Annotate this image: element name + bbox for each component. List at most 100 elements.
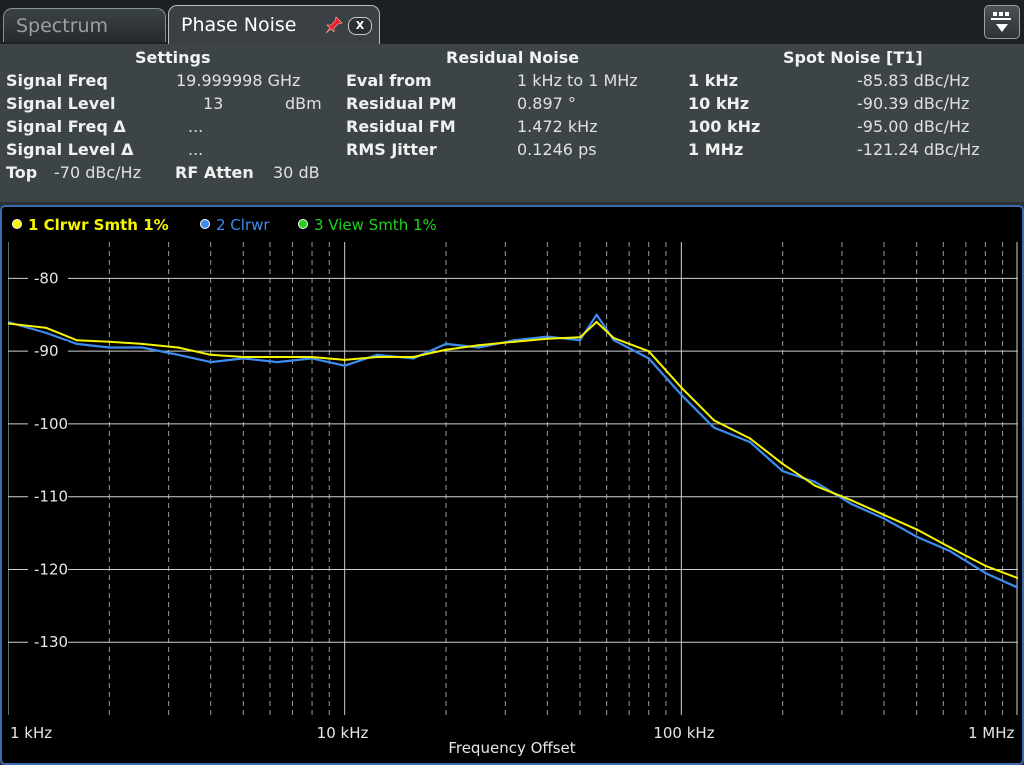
top-value: -70 dBc/Hz <box>54 163 141 182</box>
y-tick-label: -90 <box>34 342 59 360</box>
trace-2-point <box>595 313 598 316</box>
spot-value-100khz: -95.00 dBc/Hz <box>857 117 970 136</box>
y-tick-label: -100 <box>34 415 68 433</box>
trace-1-point <box>595 320 598 324</box>
signal-level-delta-value: ... <box>188 140 204 159</box>
trace-3-legend[interactable]: 3 View Smth 1% <box>298 216 437 234</box>
menu-button[interactable] <box>984 5 1020 39</box>
trace-1-point <box>477 344 480 347</box>
trace-1-point <box>513 340 516 343</box>
trace-2-legend[interactable]: 2 Clrwr <box>200 216 270 234</box>
trace-1-point <box>343 358 346 362</box>
spot-offset-1mhz: 1 MHz <box>688 140 744 159</box>
phase-noise-diagram[interactable]: 1 Clrwr Smth 1% 2 Clrwr 3 View Smth 1% -… <box>0 205 1024 765</box>
trace-1-point <box>176 346 180 349</box>
trace-1-line <box>8 321 1018 580</box>
tab-bar: Spectrum Phase Noise X <box>0 0 1024 44</box>
trace-3-label: 3 View Smth 1% <box>314 216 437 234</box>
trace-2-point <box>209 360 212 364</box>
spot-value-1khz: -85.83 dBc/Hz <box>857 71 970 90</box>
signal-level-unit: dBm <box>285 94 322 113</box>
signal-level-label: Signal Level <box>6 94 116 113</box>
signal-freq-delta-value: ... <box>188 117 204 136</box>
trace-1-point <box>140 342 144 346</box>
trace-2-point <box>275 360 279 364</box>
residual-noise-header: Residual Noise <box>446 48 580 67</box>
trace-2-dot-icon <box>200 219 210 229</box>
trace-1-point <box>915 528 918 531</box>
trace-1-dot-icon <box>12 219 22 229</box>
y-tick-label: -120 <box>34 560 68 578</box>
trace-2-point <box>712 426 716 429</box>
trace-1-point <box>949 546 952 549</box>
trace-1-point <box>209 353 212 356</box>
trace-2-point <box>546 335 549 338</box>
trace-1-point <box>376 355 379 359</box>
tab-spectrum-label: Spectrum <box>16 15 109 37</box>
trace-1-point <box>712 419 716 422</box>
trace-1-point <box>578 336 582 339</box>
top-label: Top <box>6 163 38 182</box>
trace-1-point <box>814 484 817 487</box>
signal-freq-label: Signal Freq <box>6 71 108 90</box>
signal-level-value: 13 <box>203 94 224 113</box>
residual-fm-value: 1.472 kHz <box>517 117 598 136</box>
y-tick-label: -110 <box>34 488 68 506</box>
trace-2-point <box>647 357 650 360</box>
residual-fm-label: Residual FM <box>346 117 456 136</box>
trace-1-point <box>444 348 448 351</box>
trace-1-label: 1 Clrwr Smth 1% <box>28 216 169 234</box>
trace-1-point <box>612 336 615 340</box>
trace-3-dot-icon <box>298 219 308 229</box>
close-icon[interactable]: X <box>348 17 372 35</box>
menu-icon <box>991 12 1011 32</box>
trace-2-point <box>444 342 448 346</box>
trace-2-point <box>882 517 886 520</box>
trace-1-legend[interactable]: 1 Clrwr Smth 1% <box>12 216 169 234</box>
trace-1-point <box>108 340 111 343</box>
rms-jitter-value: 0.1246 ps <box>517 140 597 159</box>
trace-2-point <box>781 470 784 473</box>
trace-2-point <box>343 364 346 367</box>
trace-1-point <box>546 337 549 340</box>
y-tick-label: -130 <box>34 633 68 651</box>
measurement-info-panel: Settings Residual Noise Spot Noise [T1] … <box>0 44 1024 202</box>
tab-spectrum[interactable]: Spectrum <box>3 8 166 42</box>
spot-offset-10khz: 10 kHz <box>688 94 750 113</box>
residual-pm-value: 0.897 ° <box>517 94 576 113</box>
trace-2-point <box>680 393 683 396</box>
trace-2-point <box>75 342 78 346</box>
settings-header: Settings <box>135 48 211 67</box>
tab-phase-noise-label: Phase Noise <box>181 14 297 36</box>
rf-atten-value: 30 dB <box>273 163 320 182</box>
residual-pm-label: Residual PM <box>346 94 457 113</box>
trace-1-point <box>680 386 683 389</box>
trace-2-point <box>915 535 918 538</box>
trace-1-point <box>984 564 987 567</box>
trace-2-label: 2 Clrwr <box>216 216 270 234</box>
trace-1-point <box>781 462 784 466</box>
pin-icon[interactable] <box>325 16 343 34</box>
trace-2-point <box>850 502 853 506</box>
trace-1-point <box>75 339 78 342</box>
trace-2-point <box>140 346 144 349</box>
trace-2-point <box>376 353 379 356</box>
trace-2-point <box>176 353 180 356</box>
rms-jitter-label: RMS Jitter <box>346 140 437 159</box>
spot-noise-header: Spot Noise [T1] <box>783 48 923 67</box>
trace-1-point <box>45 326 48 330</box>
phase-noise-plot[interactable]: -80 -90 -100 -110 -120 -130 <box>8 242 1018 715</box>
trace-2-line <box>8 313 1018 589</box>
trace-2-point <box>45 331 48 335</box>
grid <box>8 242 1018 715</box>
trace-2-point <box>477 346 480 349</box>
spot-value-1mhz: -121.24 dBc/Hz <box>857 140 980 159</box>
rf-atten-label: RF Atten <box>175 163 254 182</box>
trace-2-point <box>578 339 582 342</box>
trace-1-point <box>242 355 245 359</box>
trace-1-point <box>850 499 853 502</box>
trace-1-point <box>412 355 415 359</box>
trace-1-point <box>882 513 886 517</box>
trace-2-point <box>108 346 111 349</box>
tab-phase-noise[interactable]: Phase Noise X <box>168 5 380 44</box>
